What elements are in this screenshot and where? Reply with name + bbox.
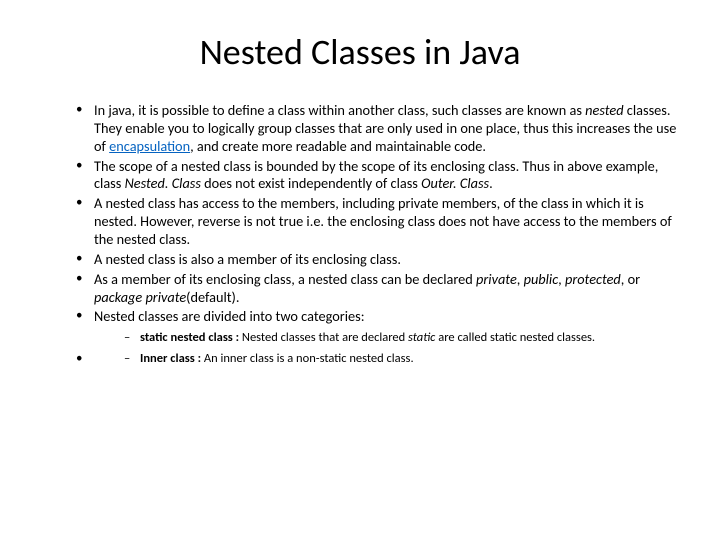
text-italic: package private <box>94 288 186 306</box>
sub-bullet-list: Inner class : An inner class is a non-st… <box>94 351 680 367</box>
bullet-item-empty: Inner class : An inner class is a non-st… <box>76 351 680 367</box>
bullet-list: In java, it is possible to define a clas… <box>40 102 680 367</box>
text-italic: private <box>476 270 517 288</box>
text: are called static nested classes. <box>435 330 595 345</box>
bullet-item: A nested class is also a member of its e… <box>76 251 680 269</box>
bullet-item: In java, it is possible to define a clas… <box>76 102 680 156</box>
text: Nested classes are divided into two cate… <box>94 307 365 325</box>
text: does not exist independently of class <box>201 174 421 192</box>
sub-bullet-item: static nested class : Nested classes tha… <box>124 330 680 346</box>
text-italic: Outer. Class <box>421 174 489 192</box>
text: Nested classes that are declared <box>242 330 408 345</box>
text-italic: Nested. Class <box>125 174 201 192</box>
text: , or <box>621 270 640 288</box>
bullet-item: The scope of a nested class is bounded b… <box>76 158 680 194</box>
bullet-item: As a member of its enclosing class, a ne… <box>76 271 680 307</box>
text-italic: protected <box>565 270 621 288</box>
text-italic: nested <box>585 101 623 119</box>
text: , <box>558 270 565 288</box>
text-italic: static <box>408 330 435 345</box>
text: An inner class is a non-static nested cl… <box>204 351 414 366</box>
text: As a member of its enclosing class, a ne… <box>94 270 476 288</box>
text-italic: public <box>524 270 559 288</box>
text-bold: static nested class : <box>140 330 242 345</box>
link-encapsulation[interactable]: encapsulation <box>109 137 190 155</box>
bullet-item: Nested classes are divided into two cate… <box>76 308 680 346</box>
bullet-item: A nested class has access to the members… <box>76 195 680 249</box>
slide-title: Nested Classes in Java <box>40 30 680 74</box>
text: , <box>517 270 524 288</box>
sub-bullet-item: Inner class : An inner class is a non-st… <box>124 351 680 367</box>
sub-bullet-list: static nested class : Nested classes tha… <box>94 330 680 346</box>
text: (default). <box>186 288 239 306</box>
text: . <box>489 174 493 192</box>
text: , and create more readable and maintaina… <box>190 137 486 155</box>
text-bold: Inner class : <box>140 351 204 366</box>
text: In java, it is possible to define a clas… <box>94 101 585 119</box>
